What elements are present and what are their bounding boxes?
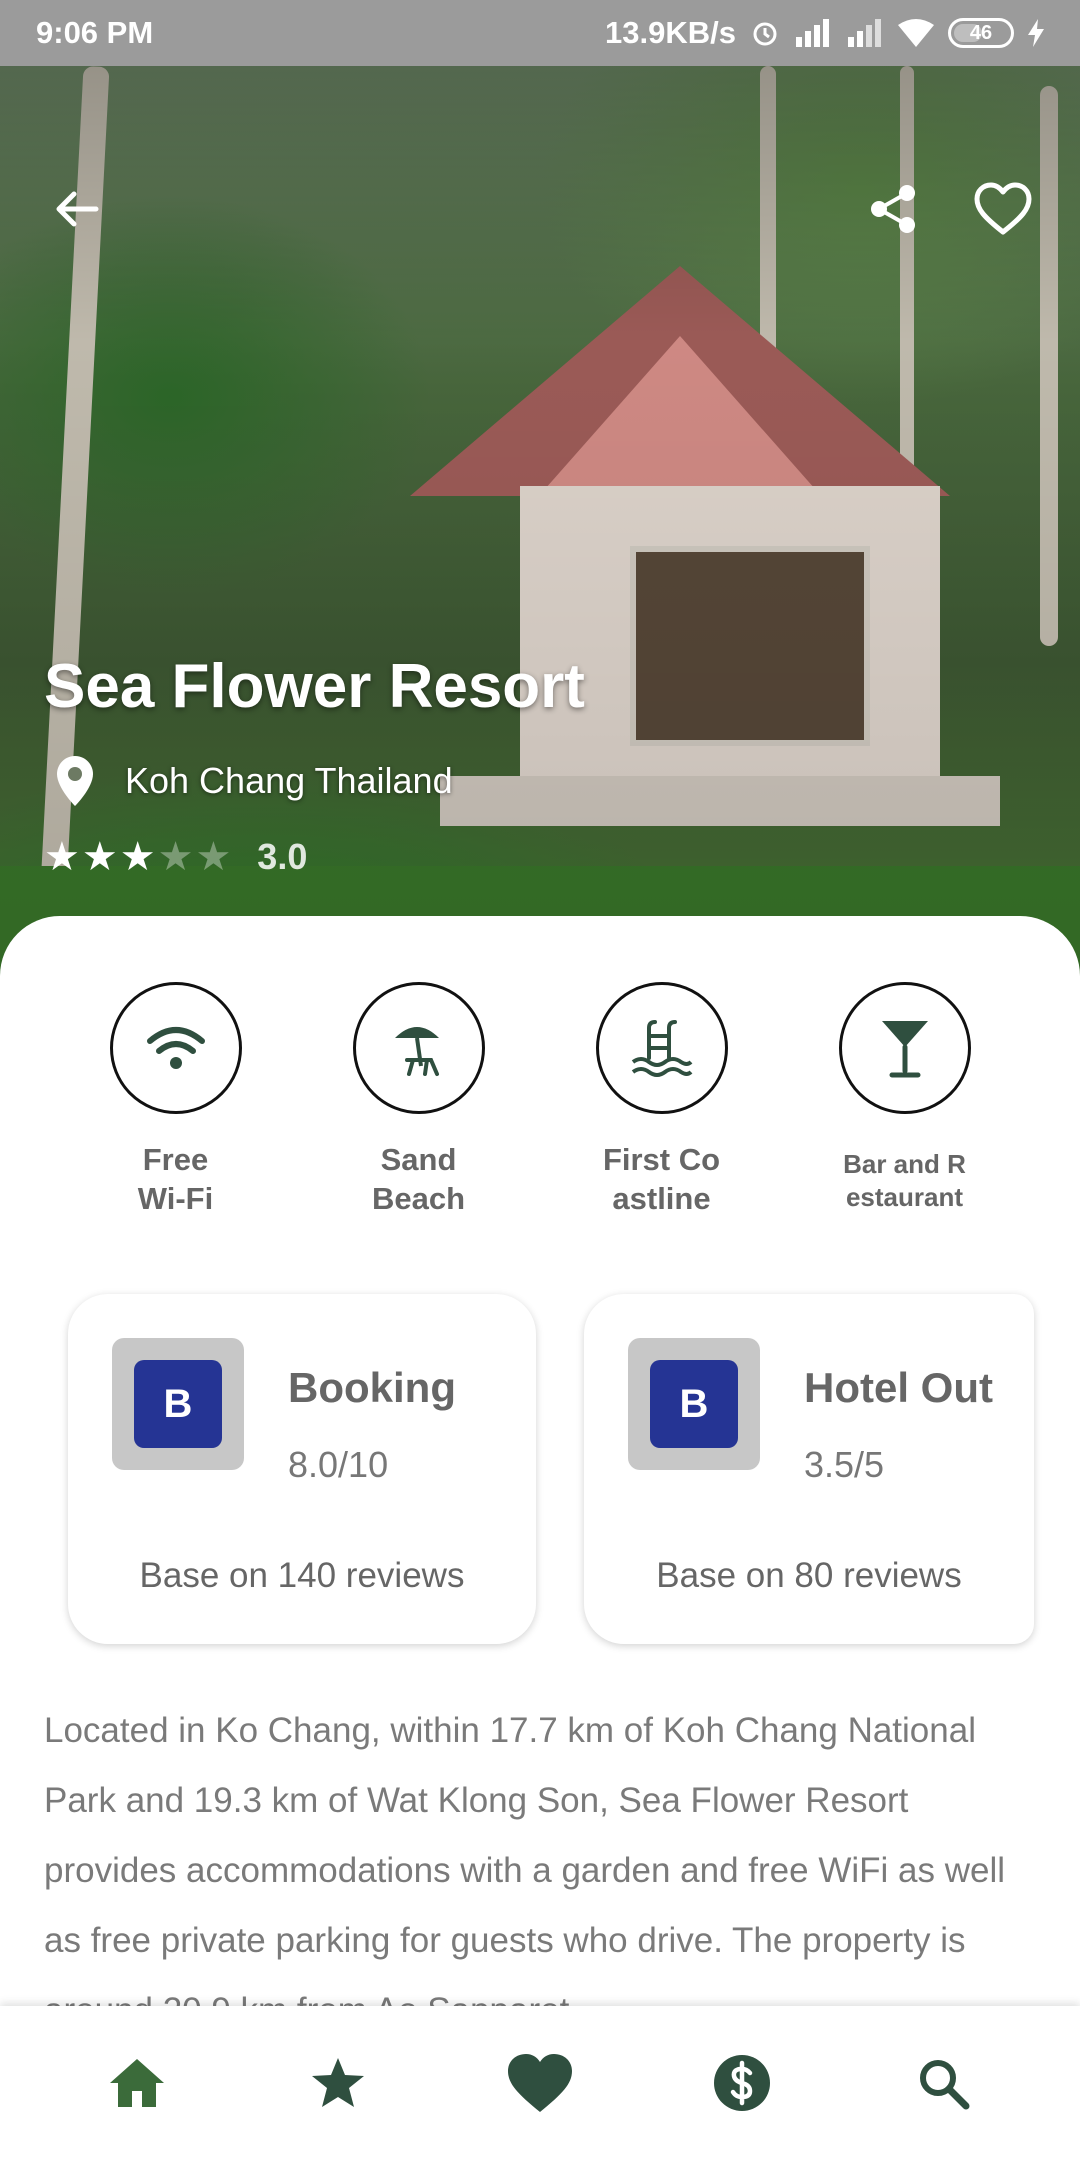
nav-search[interactable] [893, 2033, 993, 2133]
signal-icon [794, 19, 832, 47]
amenities-row: Free Wi-Fi Sand Beach First Co astline B… [0, 982, 1080, 1218]
nav-deals[interactable] [692, 2033, 792, 2133]
amenity-coastline[interactable]: First Co astline [540, 982, 783, 1218]
wifi-icon [898, 19, 934, 47]
alarm-icon [750, 18, 780, 48]
favorite-button[interactable] [968, 174, 1038, 244]
review-score: 8.0/10 [288, 1444, 389, 1485]
location-text: Koh Chang Thailand [125, 760, 453, 801]
arrow-left-icon [56, 191, 99, 227]
hotel-description: Located in Ko Chang, within 17.7 km of K… [44, 1711, 1005, 2006]
booking-logo: B [112, 1338, 244, 1470]
hotel-out-logo: B [628, 1338, 760, 1470]
battery-icon: 46 [948, 18, 1014, 48]
amenity-beach[interactable]: Sand Beach [297, 982, 540, 1218]
signal-icon [846, 19, 884, 47]
beach-umbrella-icon [394, 1027, 439, 1076]
amenity-wifi[interactable]: Free Wi-Fi [54, 982, 297, 1218]
nav-home[interactable] [87, 2033, 187, 2133]
share-icon [871, 185, 915, 233]
wifi-icon [146, 1027, 205, 1069]
star-icon: ★ [119, 835, 156, 879]
pool-ladder-icon [631, 1020, 692, 1077]
status-time: 9:06 PM [36, 15, 154, 50]
dollar-icon [713, 2055, 770, 2111]
hotel-location: Koh Chang Thailand [55, 754, 453, 808]
review-count: Base on 80 reviews [656, 1556, 962, 1595]
heart-outline-icon [974, 182, 1032, 235]
amenity-label: First Co astline [602, 1142, 721, 1216]
home-icon [109, 2059, 164, 2107]
review-score: 3.5/5 [804, 1444, 885, 1485]
heart-icon [507, 2054, 572, 2112]
search-icon [920, 2060, 970, 2110]
share-button[interactable] [858, 174, 928, 244]
amenity-label: Free Wi-Fi [137, 1142, 214, 1216]
star-icon [312, 2058, 365, 2107]
amenity-bar-restaurant[interactable]: Bar and R estaurant [783, 982, 1026, 1218]
nav-favorites-star[interactable] [288, 2033, 388, 2133]
location-pin-icon [57, 756, 93, 806]
bottom-navigation [0, 2006, 1080, 2160]
star-icon: ★ [195, 835, 232, 879]
review-count: Base on 140 reviews [139, 1556, 465, 1595]
review-source-name: Hotel Out [804, 1364, 993, 1411]
review-cards: B Booking 8.0/10 Base on 140 reviews B H… [68, 1294, 1034, 1644]
details-sheet: Free Wi-Fi Sand Beach First Co astline B… [0, 916, 1080, 2006]
hotel-title: Sea Flower Resort [44, 652, 585, 721]
rating-value: 3.0 [257, 836, 308, 877]
status-indicators: 13.9KB/s 46 [605, 15, 1044, 51]
review-card-booking[interactable]: B Booking 8.0/10 Base on 140 reviews [68, 1294, 536, 1644]
review-card-hotel-out[interactable]: B Hotel Out 3.5/5 Base on 80 reviews [584, 1294, 1034, 1644]
amenity-label: Bar and R estaurant [843, 1149, 966, 1212]
charging-icon [1028, 19, 1044, 47]
star-icon: ★ [81, 835, 118, 879]
network-speed: 13.9KB/s [605, 15, 736, 50]
battery-level: 46 [969, 21, 993, 44]
cocktail-icon [881, 1021, 928, 1078]
status-bar: 9:06 PM 13.9KB/s 46 [0, 0, 1080, 66]
review-source-name: Booking [288, 1364, 456, 1411]
nav-saved[interactable] [490, 2033, 590, 2133]
amenity-label: Sand Beach [371, 1142, 466, 1216]
hero-image: Sea Flower Resort Koh Chang Thailand ★ ★… [0, 66, 1080, 986]
star-icon: ★ [157, 835, 194, 879]
star-icon: ★ [44, 835, 80, 879]
hotel-rating: ★ ★ ★ ★ ★ 3.0 [44, 836, 307, 878]
back-button[interactable] [42, 174, 112, 244]
